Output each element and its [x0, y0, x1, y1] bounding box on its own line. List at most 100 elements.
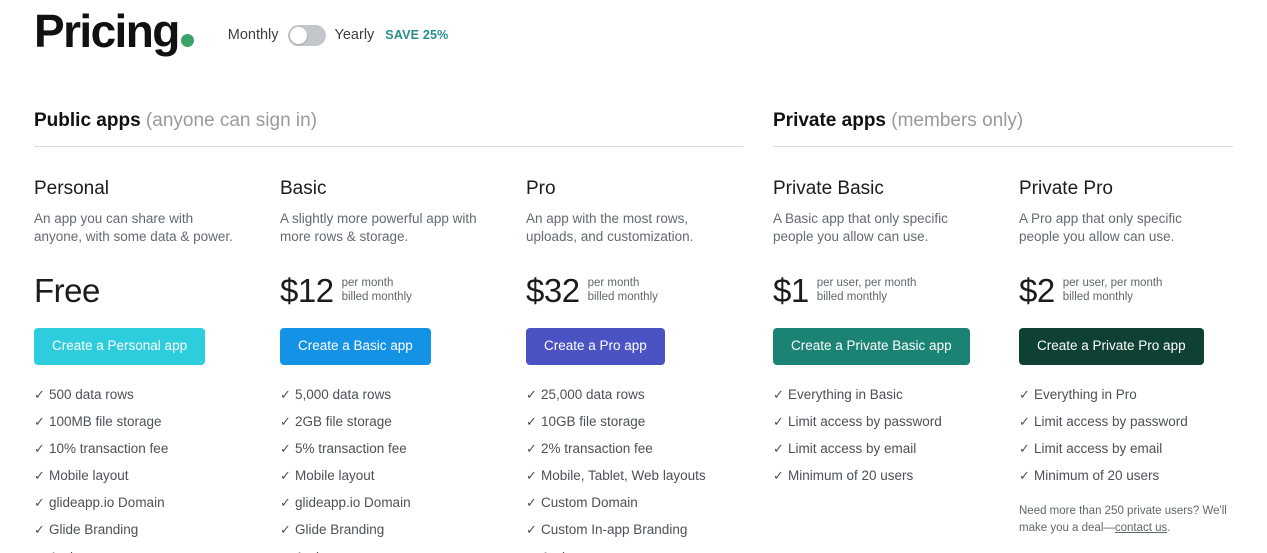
check-icon: ✓: [526, 468, 541, 484]
and-more-link-basic[interactable]: And more: [295, 550, 354, 553]
check-icon: ✓: [773, 414, 788, 430]
feature-label: Custom Domain: [541, 495, 638, 511]
toggle-label-monthly[interactable]: Monthly: [228, 27, 279, 43]
list-item: ✓Minimum of 20 users: [773, 468, 1019, 484]
check-icon: ✓: [280, 387, 295, 403]
and-more-link-personal[interactable]: And more: [49, 550, 108, 553]
list-item: ✓Limit access by password: [773, 414, 1019, 430]
list-item: ✓25,000 data rows: [526, 387, 772, 403]
toggle-label-yearly[interactable]: Yearly: [335, 27, 375, 43]
price-note-line1-basic: per month: [342, 277, 394, 289]
check-icon: ✓: [34, 441, 49, 457]
price-amount-private-pro: $2: [1019, 274, 1055, 307]
feature-list-private-basic: ✓Everything in Basic ✓Limit access by pa…: [773, 387, 1019, 485]
list-item: ✓Everything in Pro: [1019, 387, 1267, 403]
and-more-link-pro[interactable]: And more: [541, 550, 600, 553]
list-item: ✓Minimum of 20 users: [1019, 468, 1267, 484]
check-icon: ✓: [280, 495, 295, 511]
list-item: ✓And more: [34, 550, 280, 553]
plan-name-basic: Basic: [280, 179, 526, 198]
check-icon: ✓: [34, 522, 49, 538]
plan-card-basic: Basic A slightly more powerful app with …: [280, 179, 526, 553]
plan-price-private-basic: $1 per user, per month billed monthly: [773, 269, 1019, 307]
feature-label: Glide Branding: [295, 522, 384, 538]
price-note-line2-private-basic: billed monthly: [817, 291, 887, 303]
list-item: ✓Custom In-app Branding: [526, 522, 772, 538]
plan-name-private-pro: Private Pro: [1019, 179, 1267, 198]
plan-price-personal: Free: [34, 269, 280, 307]
list-item: ✓5% transaction fee: [280, 441, 526, 457]
check-icon: ✓: [773, 468, 788, 484]
plan-name-private-basic: Private Basic: [773, 179, 1019, 198]
list-item: ✓Glide Branding: [34, 522, 280, 538]
create-pro-app-button[interactable]: Create a Pro app: [526, 328, 665, 365]
price-note-line1-pro: per month: [588, 277, 640, 289]
plan-description-basic: A slightly more powerful app with more r…: [280, 210, 485, 247]
feature-label: 10% transaction fee: [49, 441, 168, 457]
price-note-line2-private-pro: billed monthly: [1063, 291, 1133, 303]
check-icon: ✓: [526, 441, 541, 457]
brand-dot-icon: [181, 34, 194, 47]
price-note-line2-basic: billed monthly: [342, 291, 412, 303]
feature-label: Limit access by password: [788, 414, 942, 430]
plan-name-pro: Pro: [526, 179, 772, 198]
check-icon: ✓: [773, 441, 788, 457]
save-badge: SAVE 25%: [385, 28, 448, 42]
check-icon: ✓: [773, 387, 788, 403]
list-item: ✓And more: [280, 550, 526, 553]
plan-price-basic: $12 per month billed monthly: [280, 269, 526, 307]
section-public-apps: Public apps (anyone can sign in) Persona…: [34, 110, 743, 553]
section-private-heading: Private apps (members only): [773, 110, 1233, 147]
check-icon: ✓: [280, 468, 295, 484]
check-icon: ✓: [34, 495, 49, 511]
check-icon: ✓: [280, 550, 295, 553]
create-private-pro-app-button[interactable]: Create a Private Pro app: [1019, 328, 1204, 365]
feature-list-basic: ✓5,000 data rows ✓2GB file storage ✓5% t…: [280, 387, 526, 553]
feature-label: 2GB file storage: [295, 414, 392, 430]
list-item: ✓2GB file storage: [280, 414, 526, 430]
feature-label: Mobile, Tablet, Web layouts: [541, 468, 706, 484]
switch-knob: [290, 27, 307, 44]
plan-card-pro: Pro An app with the most rows, uploads, …: [526, 179, 772, 553]
list-item: ✓100MB file storage: [34, 414, 280, 430]
check-icon: ✓: [34, 414, 49, 430]
plan-description-personal: An app you can share with anyone, with s…: [34, 210, 239, 247]
feature-list-private-pro: ✓Everything in Pro ✓Limit access by pass…: [1019, 387, 1267, 485]
plan-description-private-pro: A Pro app that only specific people you …: [1019, 210, 1224, 247]
plan-card-private-pro: Private Pro A Pro app that only specific…: [1019, 179, 1267, 537]
feature-list-personal: ✓500 data rows ✓100MB file storage ✓10% …: [34, 387, 280, 553]
create-personal-app-button[interactable]: Create a Personal app: [34, 328, 205, 365]
enterprise-footnote: Need more than 250 private users? We'll …: [1019, 503, 1237, 536]
list-item: ✓5,000 data rows: [280, 387, 526, 403]
feature-label: Glide Branding: [49, 522, 138, 538]
plan-price-pro: $32 per month billed monthly: [526, 269, 772, 307]
list-item: ✓10GB file storage: [526, 414, 772, 430]
price-amount-private-basic: $1: [773, 274, 809, 307]
list-item: ✓500 data rows: [34, 387, 280, 403]
list-item: ✓10% transaction fee: [34, 441, 280, 457]
feature-label: 100MB file storage: [49, 414, 162, 430]
feature-label: Mobile layout: [295, 468, 375, 484]
create-private-basic-app-button[interactable]: Create a Private Basic app: [773, 328, 970, 365]
footnote-suffix: .: [1167, 522, 1170, 534]
plan-card-private-basic: Private Basic A Basic app that only spec…: [773, 179, 1019, 537]
check-icon: ✓: [34, 550, 49, 553]
price-amount-personal: Free: [34, 274, 100, 307]
price-note-private-pro: per user, per month billed monthly: [1063, 276, 1163, 307]
check-icon: ✓: [526, 495, 541, 511]
contact-us-link[interactable]: contact us: [1115, 522, 1167, 534]
create-basic-app-button[interactable]: Create a Basic app: [280, 328, 431, 365]
check-icon: ✓: [1019, 468, 1034, 484]
price-note-line1-private-pro: per user, per month: [1063, 277, 1163, 289]
plan-name-personal: Personal: [34, 179, 280, 198]
feature-label: 25,000 data rows: [541, 387, 645, 403]
price-note-basic: per month billed monthly: [342, 276, 412, 307]
billing-period-switch[interactable]: [288, 25, 326, 46]
public-plan-columns: Personal An app you can share with anyon…: [34, 179, 743, 553]
list-item: ✓Custom Domain: [526, 495, 772, 511]
feature-label: 2% transaction fee: [541, 441, 653, 457]
section-public-subtitle: (anyone can sign in): [146, 110, 317, 131]
list-item: ✓glideapp.io Domain: [280, 495, 526, 511]
check-icon: ✓: [280, 441, 295, 457]
section-private-subtitle: (members only): [891, 110, 1023, 131]
